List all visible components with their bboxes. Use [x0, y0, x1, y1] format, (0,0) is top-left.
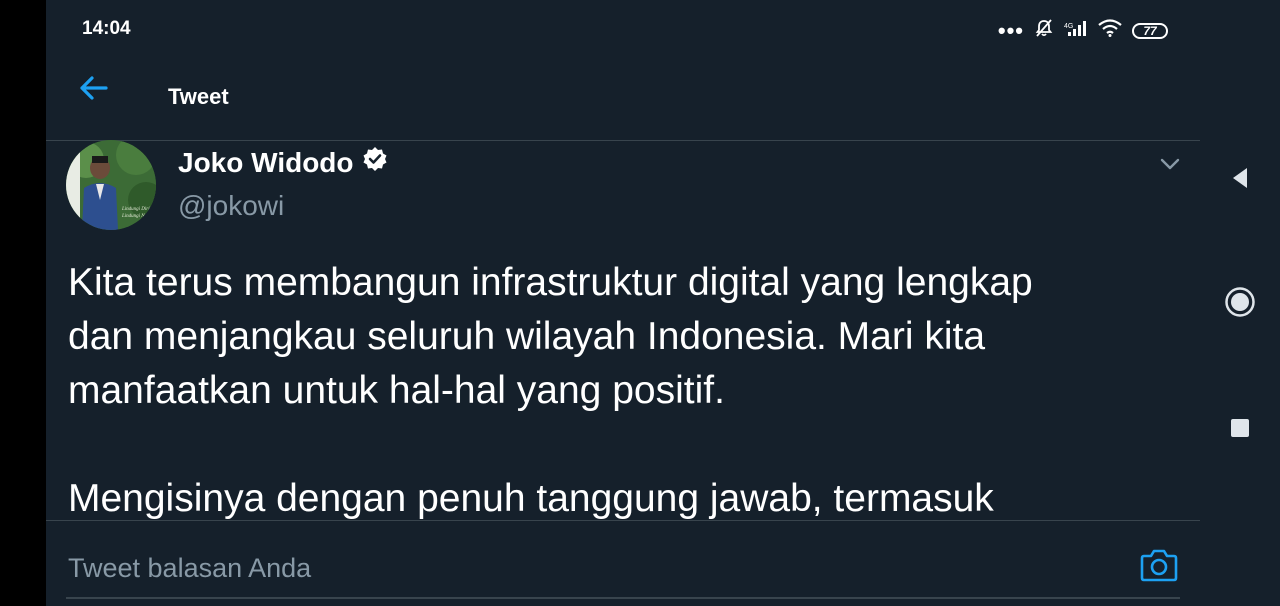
twitter-screen: 14:04 ••• 4G 77 Tweet Lindungi Diri Lind…	[46, 0, 1200, 606]
reply-input[interactable]	[66, 547, 1110, 589]
author-name-text: Joko Widodo	[178, 146, 354, 178]
reply-bar	[46, 520, 1200, 606]
camera-icon	[1140, 549, 1178, 582]
arrow-left-icon	[80, 76, 108, 100]
more-notifications-icon: •••	[997, 17, 1024, 43]
battery-level: 77	[1143, 23, 1157, 38]
nav-recents-button[interactable]	[1200, 408, 1280, 448]
status-time: 14:04	[82, 18, 131, 39]
nav-recents-icon	[1231, 419, 1249, 437]
svg-text:4G: 4G	[1064, 23, 1073, 30]
avatar[interactable]: Lindungi Diri Lindungi Negeri	[66, 140, 156, 230]
chevron-down-icon	[1160, 158, 1180, 170]
nav-back-icon	[1233, 168, 1247, 188]
nav-home-button[interactable]	[1200, 282, 1280, 322]
page-title: Tweet	[168, 84, 229, 109]
status-bar: 14:04 ••• 4G 77	[46, 0, 1200, 56]
nav-home-icon	[1225, 287, 1255, 317]
header: Tweet	[46, 56, 1200, 141]
author-name[interactable]: Joko Widodo	[178, 146, 388, 179]
author-handle[interactable]: @jokowi	[178, 190, 284, 222]
tweet-text: Kita terus membangun infrastruktur digit…	[68, 261, 1033, 520]
left-black-border	[0, 0, 46, 606]
svg-text:Lindungi Negeri: Lindungi Negeri	[121, 214, 156, 219]
battery-icon: 77	[1132, 22, 1168, 39]
back-button[interactable]	[76, 70, 116, 106]
reply-underline	[66, 597, 1180, 599]
svg-text:Lindungi Diri: Lindungi Diri	[121, 207, 150, 212]
wifi-icon	[1098, 19, 1122, 42]
status-icons: ••• 4G 77	[998, 18, 1168, 43]
nav-back-button[interactable]	[1200, 158, 1280, 198]
tweet-options-button[interactable]	[1156, 152, 1184, 176]
camera-button[interactable]	[1140, 547, 1178, 583]
system-nav-bar	[1200, 0, 1280, 606]
signal-icon: 4G	[1064, 19, 1088, 42]
bell-muted-icon	[1034, 18, 1054, 43]
verified-badge-icon	[362, 146, 388, 179]
